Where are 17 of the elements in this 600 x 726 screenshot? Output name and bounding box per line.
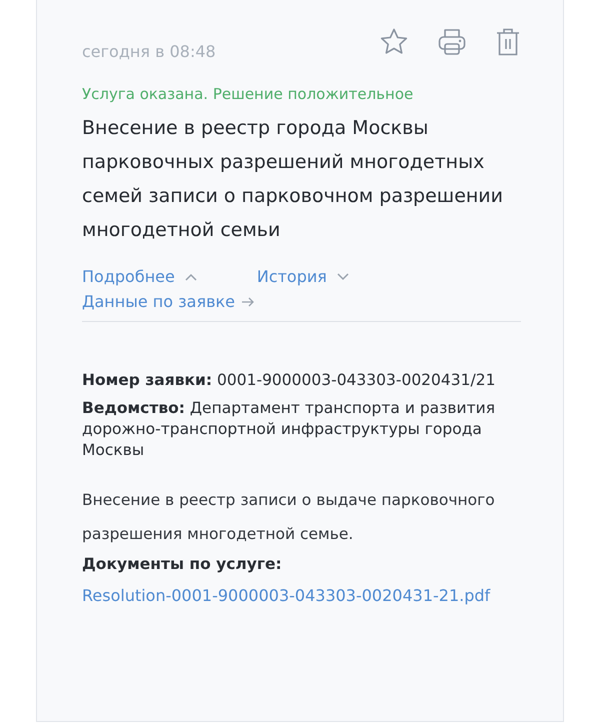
document-link[interactable]: Resolution-0001-9000003-043303-0020431-21.pdf	[82, 579, 502, 613]
service-title: Внесение в реестр города Москвы парковочных разрешений многодетных семей записи о парковочном разрешении многодетной семьи	[82, 116, 504, 243]
star-icon[interactable]	[379, 26, 409, 56]
description-text: Внесение в реестр записи о выдаче парковочного разрешения многодетной семье.	[82, 490, 496, 545]
printer-icon[interactable]	[437, 26, 467, 56]
field-text: Номер заявки: 0001-9000003-043303-0020431/21	[82, 370, 496, 391]
caret-icon	[336, 272, 349, 280]
caret-icon	[184, 272, 197, 280]
field-text: Ведомство: Департамент транспорта и развития дорожно-транспортной инфраструктуры города Москвы	[82, 398, 496, 461]
expand-link[interactable]: История	[256, 267, 349, 286]
status-text: Услуга оказана. Решение положительное	[82, 85, 414, 103]
trash-icon[interactable]	[495, 26, 521, 56]
documents-label: Документы по услуге:	[82, 555, 283, 573]
application-data-link[interactable]: Данные по заявке	[82, 292, 255, 311]
arrow-icon	[241, 296, 255, 306]
date-text: сегодня в 08:48	[82, 42, 216, 61]
expand-link[interactable]: Подробнее	[82, 267, 197, 286]
